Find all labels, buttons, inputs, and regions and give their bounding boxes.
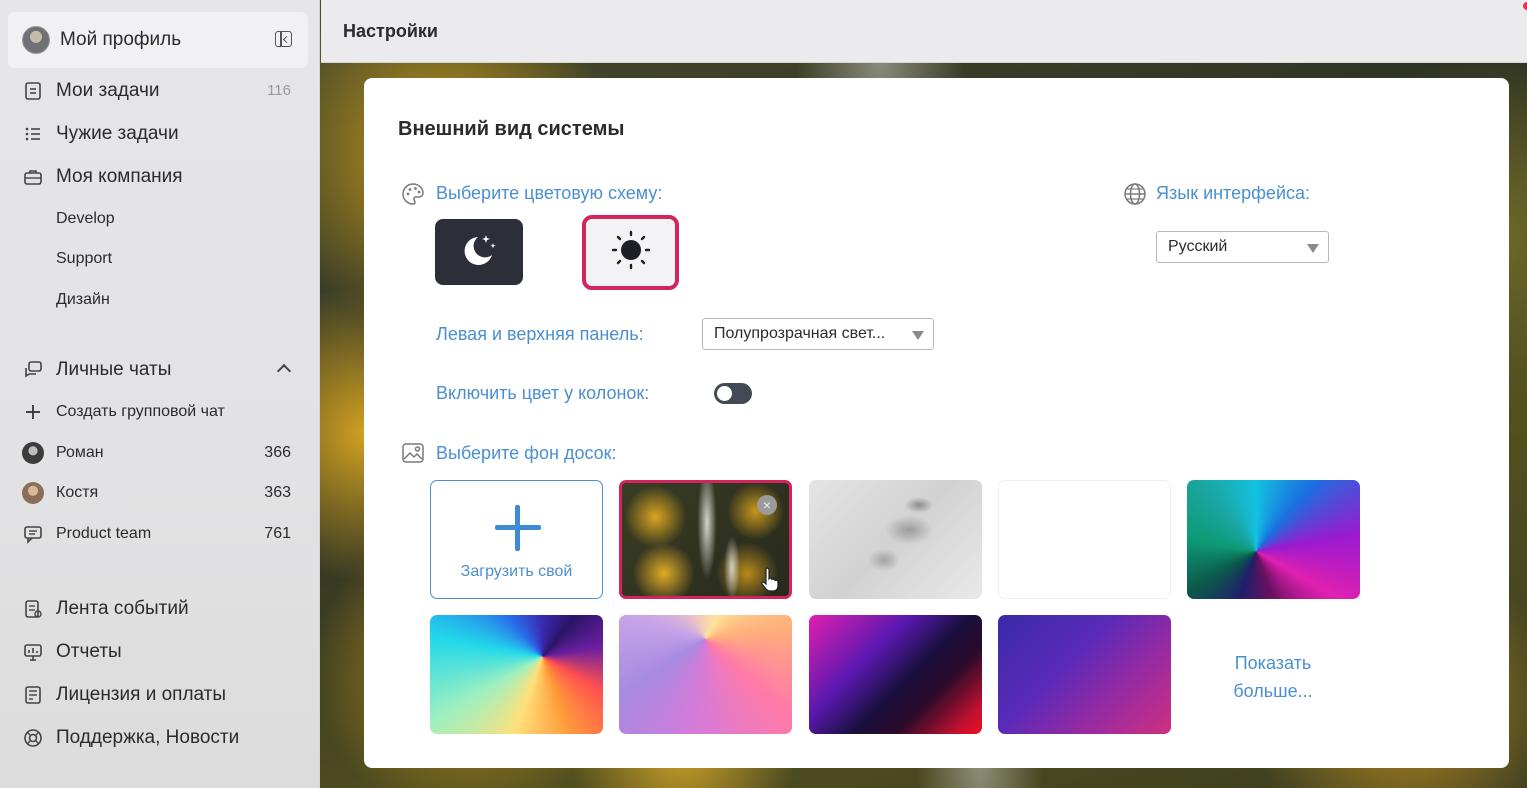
chat-item-roman[interactable]: Роман — [22, 441, 104, 465]
chat-unread-count: 363 — [264, 484, 291, 501]
lifebuoy-icon — [22, 727, 44, 749]
sidebar-item-event-feed[interactable]: Лента событий — [22, 595, 189, 623]
license-icon — [22, 684, 44, 706]
sidebar-item-personal-chats[interactable]: Личные чаты — [22, 356, 171, 384]
sidebar-subitem-design[interactable]: Дизайн — [56, 289, 110, 311]
feed-icon — [22, 598, 44, 620]
upload-background-button[interactable]: Загрузить свой — [430, 480, 603, 599]
panel-theme-select-value: Полупрозрачная свет... — [714, 325, 886, 342]
profile-button[interactable]: Мой профиль — [8, 12, 308, 68]
my-tasks-count: 116 — [267, 82, 291, 99]
toggle-knob — [717, 386, 732, 401]
sidebar: Мой профиль Мои задачи 116 Чужие задачи … — [0, 0, 320, 788]
page-title: Настройки — [343, 21, 438, 41]
sidebar-item-reports[interactable]: Отчеты — [22, 638, 122, 666]
create-group-chat-button[interactable]: Создать групповой чат — [22, 400, 225, 424]
light-scheme-button[interactable] — [582, 215, 679, 290]
sidebar-item-others-tasks[interactable]: Чужие задачи — [22, 120, 179, 148]
panel-theme-select[interactable]: Полупрозрачная свет... — [702, 318, 934, 350]
image-icon — [401, 441, 425, 465]
chat-name: Роман — [56, 444, 104, 461]
show-more-line1: Показать — [1234, 653, 1312, 673]
moon-stars-icon — [458, 229, 500, 276]
background-option-plant[interactable] — [809, 480, 982, 599]
background-option-polygon-pastel[interactable] — [619, 615, 792, 734]
show-more-link[interactable]: Показать больше... — [1198, 649, 1348, 705]
briefcase-icon — [22, 166, 44, 188]
tasks-icon — [22, 80, 44, 102]
sidebar-item-label: Отчеты — [56, 641, 122, 662]
avatar — [22, 482, 44, 504]
color-scheme-label: Выберите цветовую схему: — [436, 183, 663, 203]
chats-icon — [22, 359, 44, 381]
list-icon — [22, 123, 44, 145]
group-chat-icon — [22, 523, 44, 545]
card-title: Внешний вид системы — [398, 118, 625, 140]
dark-scheme-button[interactable] — [435, 219, 523, 285]
top-header: Настройки — [321, 0, 1527, 63]
chat-name: Product team — [56, 525, 152, 542]
sidebar-item-support-news[interactable]: Поддержка, Новости — [22, 724, 239, 752]
collapse-sidebar-icon[interactable] — [275, 31, 292, 47]
appearance-settings-card: Внешний вид системы Выберите цветовую сх… — [364, 78, 1509, 768]
background-option-polygon-green[interactable] — [1187, 480, 1360, 599]
upload-background-label: Загрузить свой — [460, 563, 573, 580]
sidebar-item-license[interactable]: Лицензия и оплаты — [22, 681, 226, 709]
chat-unread-count: 761 — [264, 525, 291, 542]
chat-name: Костя — [56, 484, 99, 501]
background-option-gradient-purple[interactable] — [998, 615, 1171, 734]
sidebar-item-label: Чужие задачи — [56, 123, 179, 144]
background-option-forest[interactable]: × — [619, 480, 792, 599]
background-option-polygon-rainbow[interactable] — [430, 615, 603, 734]
background-option-white[interactable] — [998, 480, 1171, 599]
avatar — [22, 442, 44, 464]
plus-icon — [495, 505, 541, 551]
sidebar-item-label: Мои задачи — [56, 80, 160, 101]
hand-cursor-icon — [760, 566, 782, 592]
language-select-value: Русский — [1168, 238, 1228, 255]
notification-dot — [1523, 2, 1527, 10]
dropdown-arrow-icon — [1307, 244, 1319, 253]
palette-icon — [401, 182, 425, 206]
panel-theme-label: Левая и верхняя панель: — [436, 324, 644, 344]
sidebar-item-label: Личные чаты — [56, 359, 172, 380]
column-color-label: Включить цвет у колонок: — [436, 383, 650, 403]
globe-icon — [1123, 182, 1147, 206]
chat-unread-count: 366 — [264, 444, 291, 461]
sidebar-subitem-develop[interactable]: Develop — [56, 208, 115, 230]
sidebar-item-label: Поддержка, Новости — [56, 727, 240, 748]
sidebar-subitem-support[interactable]: Support — [56, 248, 112, 270]
profile-name: Мой профиль — [60, 29, 182, 50]
avatar — [22, 26, 50, 54]
chat-item-kostya[interactable]: Костя — [22, 481, 98, 505]
sun-icon — [611, 230, 651, 275]
sidebar-item-label: Лента событий — [56, 598, 189, 619]
language-select[interactable]: Русский — [1156, 231, 1329, 263]
show-more-line2: больше... — [1233, 681, 1313, 701]
chat-item-product-team[interactable]: Product team — [22, 522, 151, 546]
sidebar-item-label: Моя компания — [56, 166, 183, 187]
language-label: Язык интерфейса: — [1156, 183, 1311, 203]
sidebar-item-my-tasks[interactable]: Мои задачи — [22, 77, 160, 105]
background-option-polygon-magenta[interactable] — [809, 615, 982, 734]
reports-icon — [22, 641, 44, 663]
plus-icon — [22, 401, 44, 423]
chevron-up-icon[interactable] — [276, 363, 292, 379]
remove-background-icon[interactable]: × — [757, 495, 777, 515]
dropdown-arrow-icon — [912, 331, 924, 340]
create-group-chat-label: Создать групповой чат — [56, 403, 225, 420]
column-color-toggle[interactable] — [714, 383, 752, 404]
sidebar-item-label: Лицензия и оплаты — [56, 684, 227, 705]
board-background-label: Выберите фон досок: — [436, 443, 617, 463]
sidebar-item-my-company[interactable]: Моя компания — [22, 163, 183, 191]
